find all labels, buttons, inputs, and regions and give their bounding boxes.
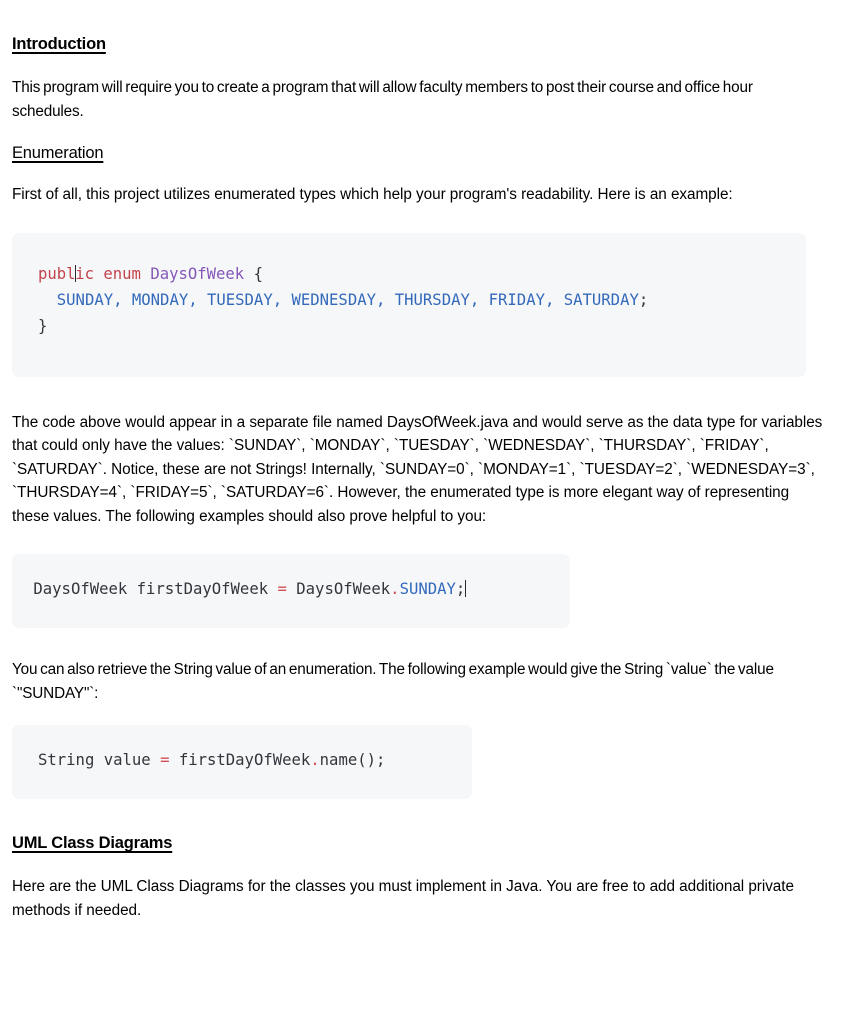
paragraph-introduction: This program will require you to create …: [12, 79, 753, 120]
code-token-space-3: [244, 265, 253, 283]
heading-enumeration: Enumeration: [12, 144, 104, 162]
code-token-brace-open: {: [253, 264, 263, 283]
document-page: Introduction This program will require y…: [0, 0, 848, 1024]
paragraph-after-declaration-block: You can also retrieve the String value o…: [12, 661, 774, 702]
paragraph-uml-class-diagrams: Here are the UML Class Diagrams for the …: [12, 878, 794, 919]
code-token-keyword-public: publ: [38, 264, 76, 283]
code-token-keyword-public-tail: ic: [75, 264, 94, 283]
code-line-2: SUNDAY, MONDAY, TUESDAY, WEDNESDAY, THUR…: [38, 287, 784, 313]
code-line-1: DaysOfWeek firstDayOfWeek = DaysOfWeek.S…: [24, 576, 552, 602]
document-body: Introduction This program will require y…: [0, 0, 848, 922]
code-token-semicolon: ;: [638, 290, 649, 309]
code-line-1: public enum DaysOfWeek {: [38, 261, 784, 287]
heading-introduction: Introduction: [12, 35, 106, 53]
heading-uml-class-diagrams: UML Class Diagrams: [12, 834, 173, 852]
text-caret: [464, 580, 466, 597]
code-token-type-name: DaysOfWeek: [150, 264, 245, 283]
code-token-variable: firstDayOfWeek: [169, 751, 311, 769]
code-token-space-1: [94, 265, 103, 283]
code-token-decl: String value: [38, 751, 161, 769]
code-token-method-call: name();: [319, 751, 386, 769]
code-token-keyword-enum: enum: [103, 264, 141, 283]
code-token-brace-close: }: [38, 316, 48, 335]
code-block-name-method[interactable]: String value = firstDayOfWeek.name();: [12, 725, 472, 799]
code-token-decl: DaysOfWeek firstDayOfWeek: [33, 580, 278, 598]
code-token-space-2: [141, 265, 150, 283]
code-token-assign: =: [277, 580, 287, 598]
paragraph-after-enum-block: The code above would appear in a separat…: [12, 413, 823, 525]
code-token-dot: .: [390, 580, 400, 598]
code-block-variable-declaration[interactable]: DaysOfWeek firstDayOfWeek = DaysOfWeek.S…: [12, 554, 570, 628]
code-block-enum-declaration[interactable]: public enum DaysOfWeek { SUNDAY, MONDAY,…: [12, 232, 806, 377]
code-token-enum-constants: SUNDAY, MONDAY, TUESDAY, WEDNESDAY, THUR…: [56, 290, 639, 309]
code-line-1: String value = firstDayOfWeek.name();: [38, 747, 454, 773]
paragraph-enumeration-intro: First of all, this project utilizes enum…: [12, 186, 733, 203]
code-token-constant: SUNDAY: [399, 580, 456, 598]
code-token-qualifier: DaysOfWeek: [286, 580, 391, 598]
code-token-dot: .: [310, 751, 320, 769]
code-line-3: }: [38, 313, 784, 339]
